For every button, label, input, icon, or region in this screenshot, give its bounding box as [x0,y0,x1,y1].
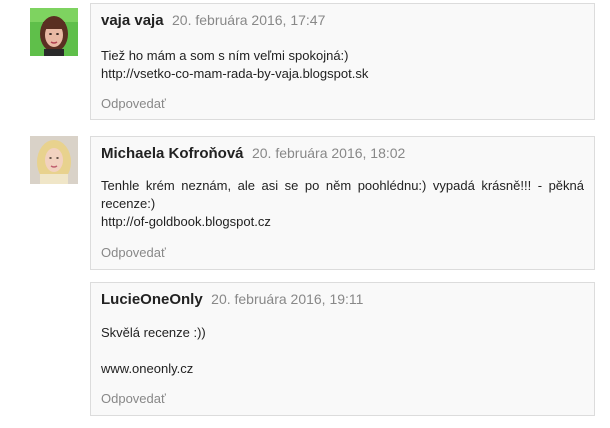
avatar-michaela[interactable] [30,136,78,184]
reply-button[interactable]: Odpovedať [101,391,166,406]
comment-box: LucieOneOnly 20. februára 2016, 19:11 Sk… [90,282,595,416]
reply-button[interactable]: Odpovedať [101,245,166,260]
comment-body: Tiež ho mám a som s ním veľmi spokojná:)… [101,47,584,83]
comment-date[interactable]: 20. februára 2016, 19:11 [211,291,363,307]
comment-box: vaja vaja 20. februára 2016, 17:47 Tiež … [90,3,595,120]
comment-header: Michaela Kofroňová 20. februára 2016, 18… [101,145,405,163]
comment-date[interactable]: 20. februára 2016, 17:47 [172,12,325,28]
comment-link[interactable]: http://vsetko-co-mam-rada-by-vaja.blogsp… [101,65,584,83]
comment-author[interactable]: vaja vaja [101,12,164,29]
comment-date[interactable]: 20. februára 2016, 18:02 [252,145,405,161]
user-photo-icon [30,136,78,184]
comment-spacer [101,342,584,360]
comment-link[interactable]: http://of-goldbook.blogspot.cz [101,213,584,231]
comment-body: Skvělá recenze :)) www.oneonly.cz [101,324,584,378]
user-photo-icon [30,8,78,56]
comment-link[interactable]: www.oneonly.cz [101,360,584,378]
avatar-vaja[interactable] [30,8,78,56]
comment-author[interactable]: Michaela Kofroňová [101,145,244,162]
reply-button[interactable]: Odpovedať [101,96,166,111]
comment-box: Michaela Kofroňová 20. februára 2016, 18… [90,136,595,270]
comment-text: Skvělá recenze :)) [101,325,206,340]
comment-author[interactable]: LucieOneOnly [101,291,203,308]
comment-header: LucieOneOnly 20. februára 2016, 19:11 [101,291,363,309]
comment-text: Tenhle krém neznám, ale asi se po něm po… [101,178,584,211]
comment-text: Tiež ho mám a som s ním veľmi spokojná:) [101,48,349,63]
comment-body: Tenhle krém neznám, ale asi se po něm po… [101,177,584,231]
comment-header: vaja vaja 20. februára 2016, 17:47 [101,12,325,30]
